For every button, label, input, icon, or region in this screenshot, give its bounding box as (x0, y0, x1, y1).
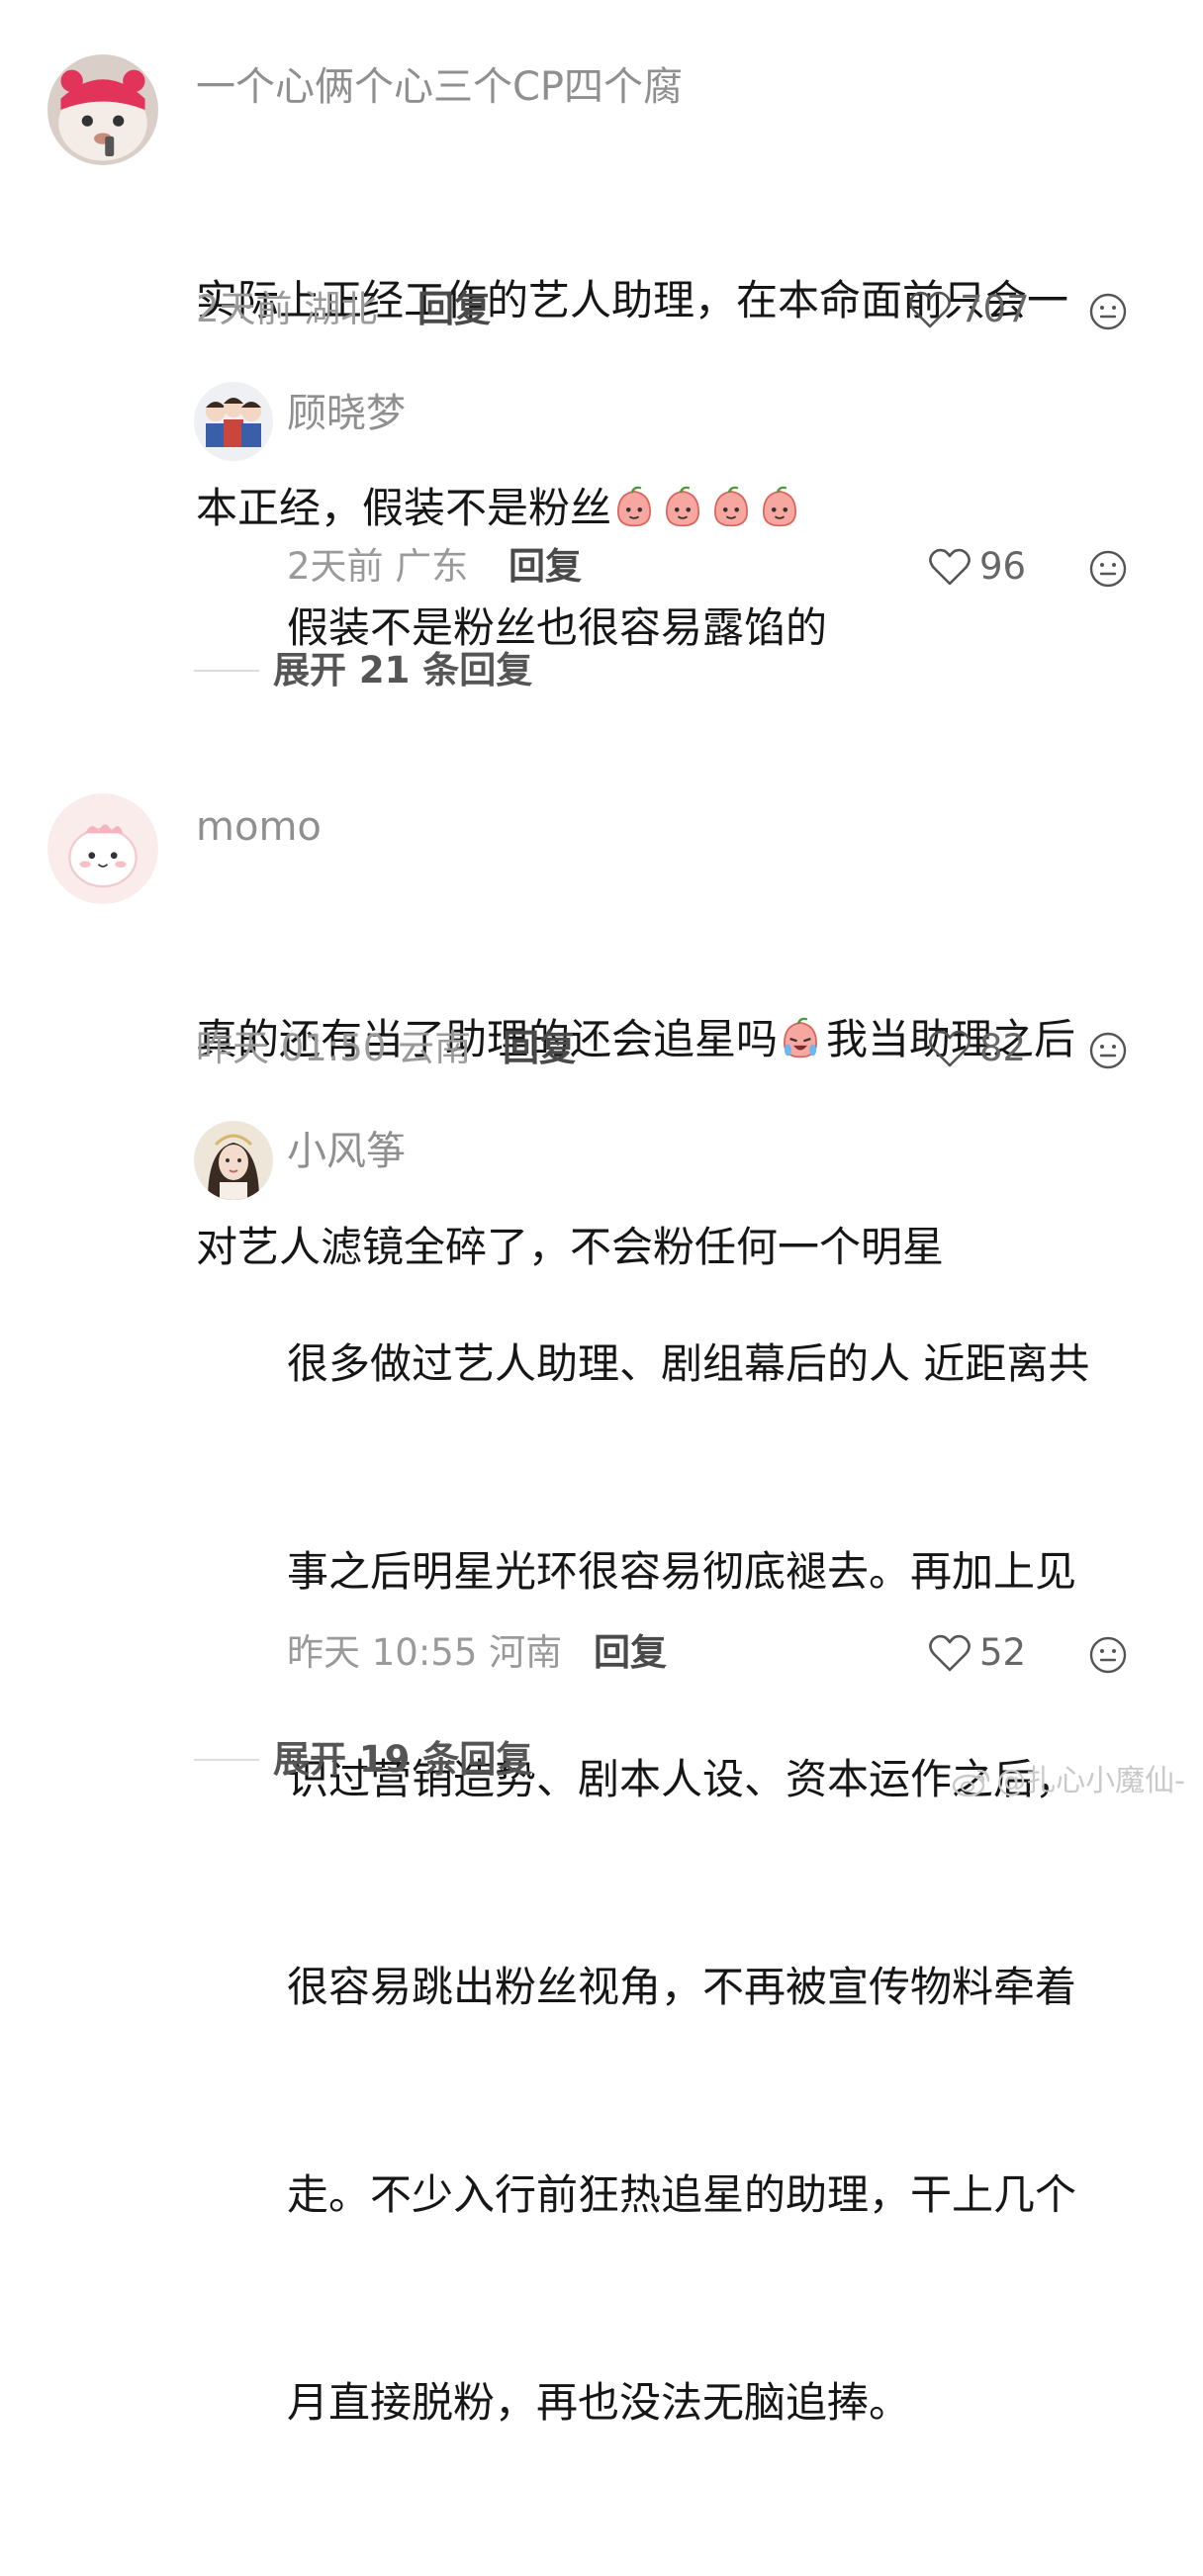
avatar[interactable] (47, 54, 158, 165)
expand-replies-label: 展开 19 条回复 (273, 1738, 533, 1781)
divider-line (194, 1759, 259, 1761)
username[interactable]: 小风筝 (287, 1128, 406, 1175)
cat-avatar-icon (47, 54, 158, 165)
avatar[interactable] (47, 793, 158, 904)
like-count: 82 (979, 1027, 1027, 1069)
neutral-face-icon (1089, 293, 1127, 330)
watermark-text: @扎心小魔仙- (996, 1764, 1185, 1798)
time-location: 2天前 湖北 (196, 288, 378, 330)
dislike-button[interactable] (1088, 549, 1128, 589)
time-location: 2天前 广东 (287, 545, 469, 588)
username[interactable]: 一个心俩个心三个CP四个腐 (196, 63, 683, 111)
comment-line: 事之后明星光环很容易彻底褪去。再加上见 (287, 1547, 1077, 1596)
comment-line: 月直接脱粉，再也没法无脑追捧。 (287, 2378, 911, 2427)
heart-icon (909, 291, 951, 328)
time-location: 昨天 01:50 云南 (196, 1027, 472, 1069)
crying-laugh-emoji-icon (778, 1016, 823, 1061)
expand-replies-button[interactable]: 展开 21 条回复 (194, 648, 532, 693)
comment-text: 假装不是粉丝也很容易露馅的 (287, 455, 827, 801)
weibo-logo-icon (952, 1769, 990, 1797)
neutral-face-icon (1089, 1032, 1127, 1069)
avatar[interactable] (194, 1121, 273, 1200)
like-count: 707 (960, 288, 1030, 330)
group-avatar-icon (194, 382, 273, 461)
expand-replies-label: 展开 21 条回复 (273, 649, 533, 691)
dislike-button[interactable] (1088, 1635, 1128, 1675)
like-button[interactable]: 96 (928, 544, 1026, 590)
heart-icon (929, 1030, 971, 1067)
dislike-button[interactable] (1088, 1031, 1128, 1070)
reply-button[interactable]: 回复 (509, 544, 582, 590)
watermark: @扎心小魔仙- (951, 1764, 1185, 1799)
comment-line: 走。不少入行前狂热追星的助理，干上几个 (287, 2170, 1077, 2219)
username[interactable]: momo (196, 803, 322, 851)
like-button[interactable]: 82 (928, 1026, 1026, 1071)
comment-line: 很容易跳出粉丝视角，不再被宣传物料牵着 (287, 1963, 1077, 2011)
username[interactable]: 顾晓梦 (287, 390, 406, 437)
neutral-face-icon (1089, 1636, 1127, 1674)
heart-icon (929, 548, 971, 586)
woman-portrait-avatar-icon (194, 1121, 273, 1200)
cute-creature-avatar-icon (47, 793, 158, 904)
comment-line: 很多做过艺人助理、剧组幕后的人 近距离共 (287, 1339, 1090, 1388)
neutral-face-icon (1089, 550, 1127, 588)
comment-text: 很多做过艺人助理、剧组幕后的人 近距离共 事之后明星光环很容易彻底褪去。再加上见… (287, 1191, 1089, 2576)
divider-line (194, 670, 259, 672)
time-location: 昨天 10:55 河南 (287, 1631, 563, 1674)
avatar[interactable] (194, 382, 273, 461)
reply-button[interactable]: 回复 (503, 1026, 576, 1071)
expand-replies-button[interactable]: 展开 19 条回复 (194, 1737, 532, 1783)
like-button[interactable]: 52 (928, 1630, 1026, 1676)
reply-button[interactable]: 回复 (417, 287, 491, 332)
like-count: 96 (979, 545, 1027, 588)
heart-icon (929, 1634, 971, 1672)
like-count: 52 (979, 1631, 1027, 1674)
like-button[interactable]: 707 (908, 287, 1030, 332)
dislike-button[interactable] (1088, 292, 1128, 331)
reply-button[interactable]: 回复 (594, 1630, 667, 1676)
